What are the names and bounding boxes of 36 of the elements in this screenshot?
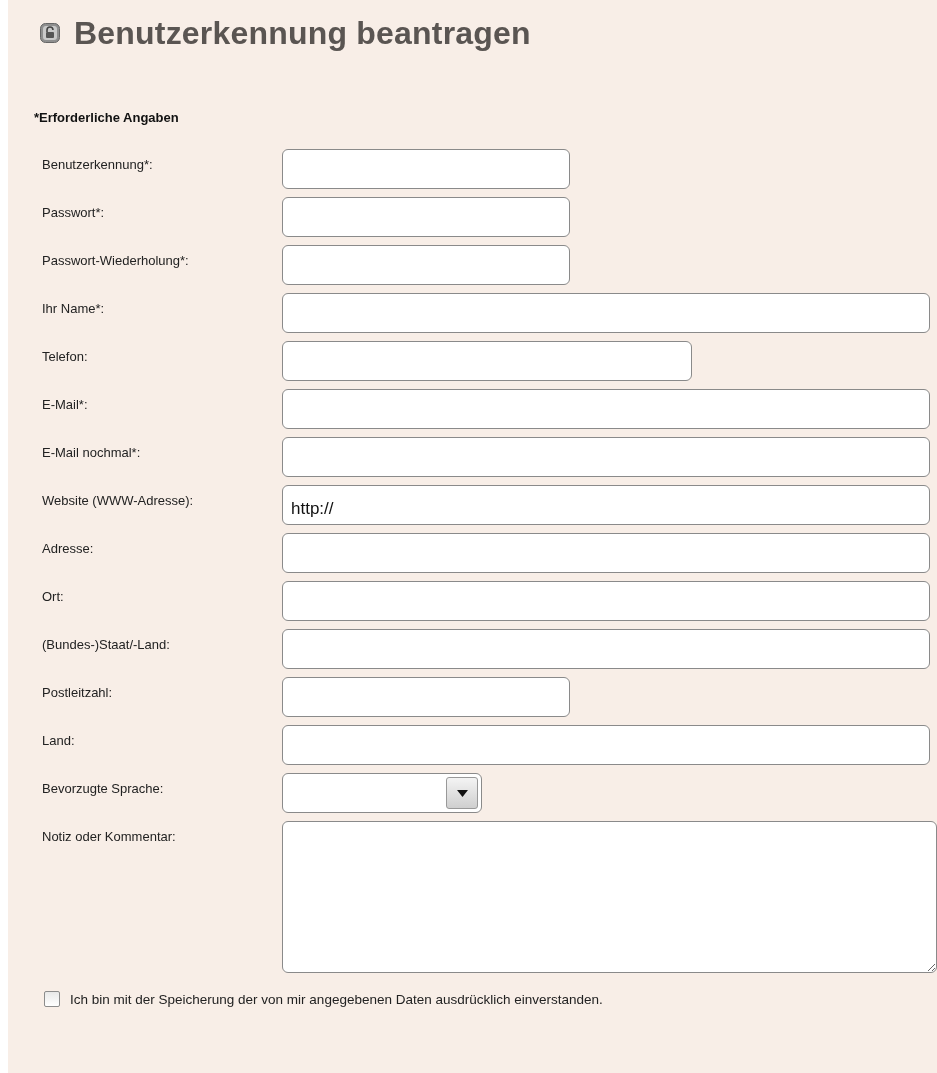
field-label: Bevorzugte Sprache: [41, 780, 165, 796]
comment-field[interactable] [282, 821, 937, 973]
field-label: Ort: [41, 588, 65, 604]
field-label: Postleitzahl: [41, 684, 114, 700]
field-label: Telefon: [41, 348, 89, 364]
field-label: Adresse: [41, 540, 95, 556]
field-label: Passwort*: [41, 204, 106, 220]
text-field[interactable] [282, 389, 930, 429]
text-field[interactable]: http:// [282, 485, 930, 525]
text-field[interactable] [282, 677, 570, 717]
consent-label: Ich bin mit der Speicherung der von mir angegebenen Daten ausdrücklich einverstanden. [70, 991, 603, 1007]
field-label: Website (WWW-Adresse): [41, 492, 195, 508]
field-label: Ihr Name*: [41, 300, 106, 316]
text-field[interactable] [282, 341, 692, 381]
field-label: Benutzerkennung*: [41, 156, 154, 172]
text-field[interactable] [282, 725, 930, 765]
consent-checkbox[interactable] [44, 991, 60, 1007]
field-label: E-Mail nochmal*: [41, 444, 142, 460]
text-field[interactable] [282, 437, 930, 477]
language-dropdown[interactable] [282, 773, 482, 813]
text-field[interactable] [282, 533, 930, 573]
field-label: Passwort-Wiederholung*: [41, 252, 190, 268]
text-field[interactable] [282, 581, 930, 621]
field-label: E-Mail*: [41, 396, 89, 412]
field-label: Land: [41, 732, 76, 748]
lock-icon [40, 23, 60, 43]
text-field[interactable] [282, 629, 930, 669]
field-label: Notiz oder Kommentar: [41, 828, 177, 844]
text-field[interactable] [282, 197, 570, 237]
page-title: Benutzerkennung beantragen [74, 14, 531, 52]
required-note: *Erforderliche Angaben [34, 110, 180, 125]
text-field[interactable] [282, 149, 570, 189]
field-label: (Bundes-)Staat/-Land: [41, 636, 171, 652]
caret-icon [456, 789, 468, 797]
text-field[interactable] [282, 245, 570, 285]
text-field[interactable] [282, 293, 930, 333]
